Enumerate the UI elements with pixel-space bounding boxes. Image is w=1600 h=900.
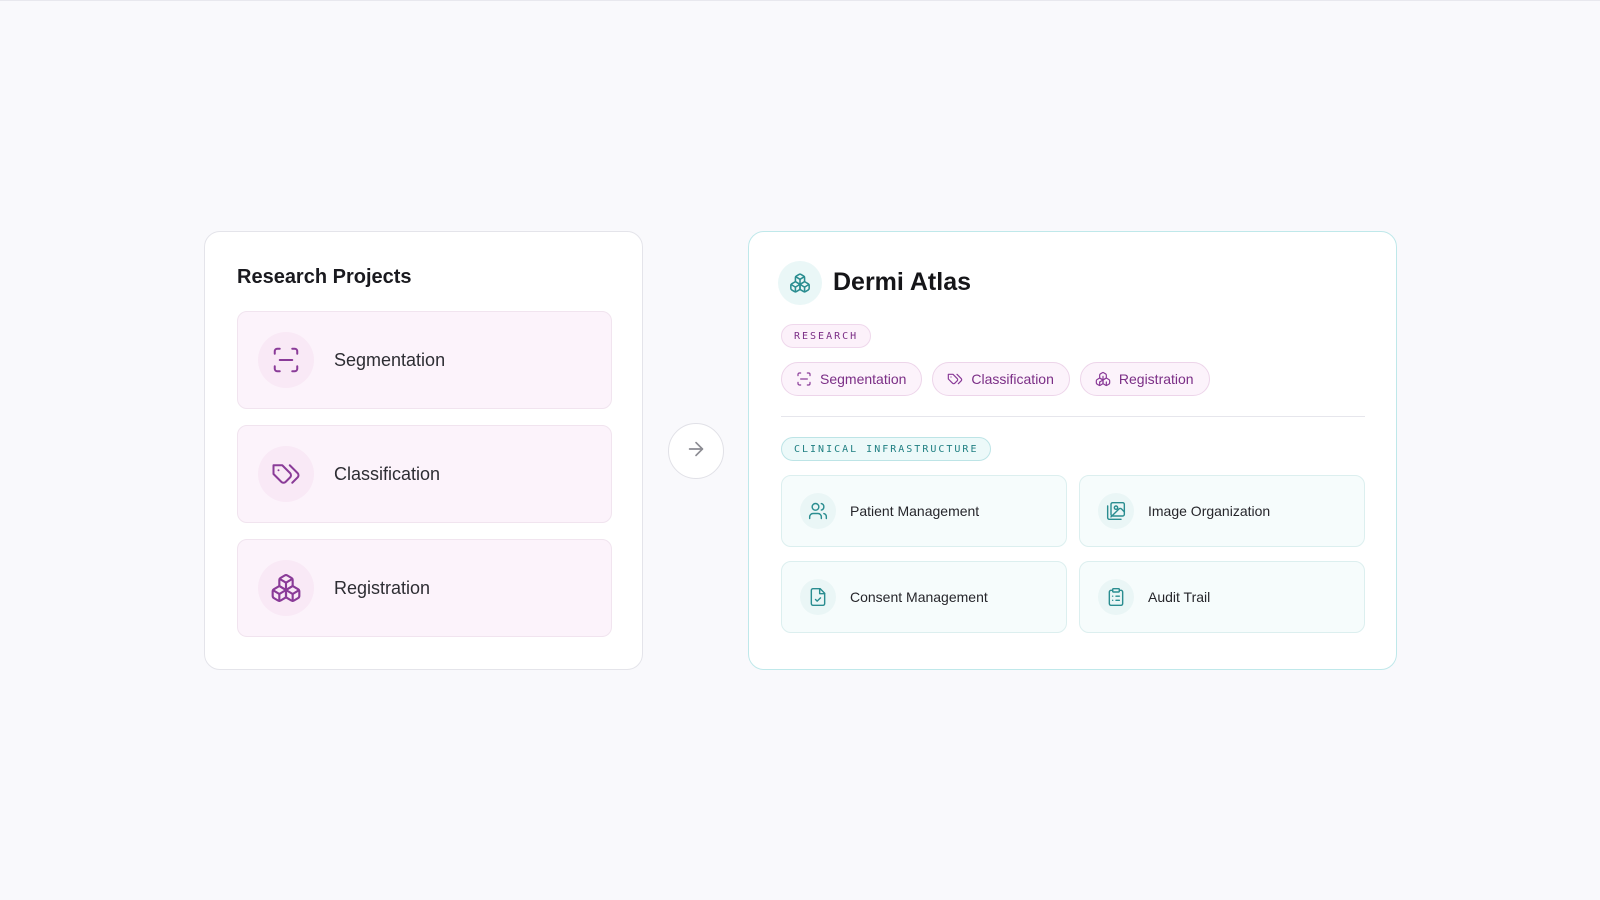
research-projects-title: Research Projects <box>237 266 412 288</box>
chip-label: Registration <box>1118 371 1194 387</box>
images-icon <box>1098 493 1134 529</box>
project-item-segmentation[interactable]: Segmentation <box>237 311 612 409</box>
infra-label: Patient Management <box>850 503 980 519</box>
infra-item-consent-management[interactable]: Consent Management <box>781 561 1067 633</box>
infra-label: Image Organization <box>1148 503 1271 519</box>
top-divider <box>0 0 1600 1</box>
arrow-connector <box>668 423 724 479</box>
chip-segmentation[interactable]: Segmentation <box>781 362 923 396</box>
project-label: Registration <box>334 577 431 598</box>
infra-item-audit-trail[interactable]: Audit Trail <box>1079 561 1365 633</box>
project-label: Segmentation <box>334 349 446 370</box>
chip-label: Classification <box>971 371 1054 387</box>
chip-registration[interactable]: Registration <box>1079 362 1210 396</box>
infra-label: Audit Trail <box>1148 589 1211 605</box>
clipboard-list-icon <box>1098 579 1134 615</box>
infra-item-patient-management[interactable]: Patient Management <box>781 475 1067 547</box>
infra-item-image-organization[interactable]: Image Organization <box>1079 475 1365 547</box>
boxes-icon <box>258 560 314 616</box>
infra-label: Consent Management <box>850 589 988 605</box>
boxes-icon <box>1095 371 1111 387</box>
research-chips: Segmentation Classification Registration <box>781 362 1210 396</box>
file-check-icon <box>800 579 836 615</box>
tag-icon <box>258 446 314 502</box>
chip-label: Segmentation <box>820 371 907 387</box>
scan-icon <box>796 371 812 387</box>
chip-classification[interactable]: Classification <box>932 362 1070 396</box>
project-label: Classification <box>334 463 441 484</box>
research-projects-card: Research Projects Segmentation Classific… <box>204 231 643 670</box>
scan-icon <box>258 332 314 388</box>
project-item-classification[interactable]: Classification <box>237 425 612 523</box>
clinical-tag: CLINICAL INFRASTRUCTURE <box>781 437 992 461</box>
atlas-title: Dermi Atlas <box>833 268 972 296</box>
users-icon <box>800 493 836 529</box>
boxes-icon <box>778 261 822 305</box>
section-divider <box>781 416 1365 417</box>
arrow-right-icon <box>685 438 707 465</box>
tag-icon <box>947 371 963 387</box>
dermi-atlas-card: Dermi Atlas RESEARCH Segmentation Classi… <box>748 231 1397 670</box>
research-tag: RESEARCH <box>781 324 872 348</box>
project-item-registration[interactable]: Registration <box>237 539 612 637</box>
